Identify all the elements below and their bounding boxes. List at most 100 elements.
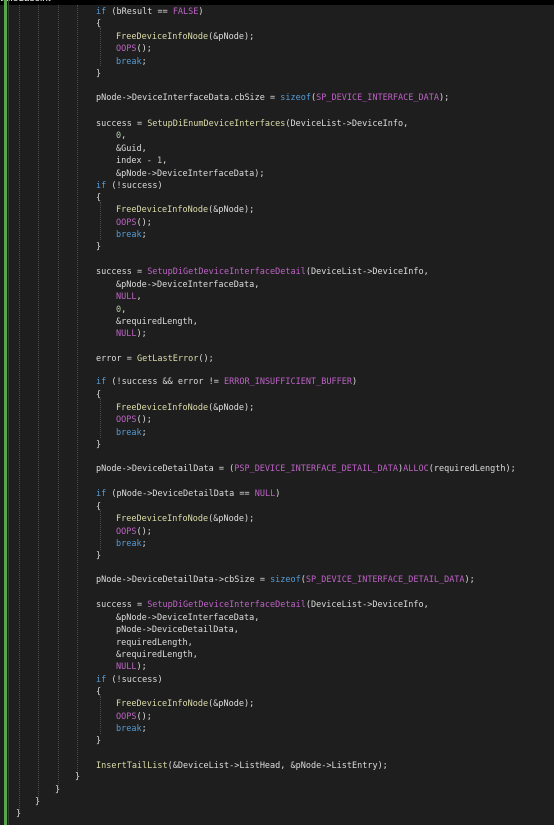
punctuation-token: , bbox=[254, 280, 260, 290]
punctuation-token: = bbox=[121, 354, 137, 364]
identifier-token: pNode bbox=[121, 280, 147, 290]
punctuation-token: , bbox=[233, 625, 239, 635]
code-line[interactable]: { bbox=[96, 389, 101, 402]
identifier-token: success bbox=[121, 675, 158, 685]
code-line[interactable]: if (bResult == FALSE) bbox=[96, 6, 204, 19]
code-line[interactable]: { bbox=[96, 192, 101, 205]
code-line[interactable]: } bbox=[96, 439, 101, 452]
code-line[interactable]: InsertTailList(&DeviceList->ListHead, &p… bbox=[96, 760, 388, 773]
identifier-token: success bbox=[96, 119, 132, 129]
identifier-token: pNode bbox=[295, 761, 322, 771]
code-line[interactable]: break; bbox=[116, 56, 147, 69]
code-line[interactable]: if (!success) bbox=[96, 674, 163, 687]
punctuation-token: { bbox=[96, 390, 102, 400]
macro-token: PSP_DEVICE_INTERFACE_DETAIL_DATA bbox=[234, 464, 398, 474]
punctuation-token: } bbox=[16, 809, 22, 819]
punctuation-token: ) bbox=[275, 489, 281, 499]
punctuation-token: (& bbox=[208, 699, 219, 709]
code-line[interactable]: break; bbox=[116, 229, 147, 242]
keyword-token: break bbox=[116, 724, 142, 734]
punctuation-token: ) bbox=[157, 675, 163, 685]
code-line[interactable]: pNode->DeviceDetailData, bbox=[116, 624, 239, 637]
punctuation-token: ; bbox=[141, 57, 147, 67]
code-line[interactable]: } bbox=[35, 796, 40, 809]
code-editor[interactable]: if (bResult == FALSE){FreeDeviceInfoNode… bbox=[0, 0, 554, 825]
identifier-token: index bbox=[116, 156, 142, 166]
code-line[interactable]: { bbox=[96, 686, 101, 699]
code-line[interactable]: break; bbox=[116, 723, 147, 736]
code-line[interactable]: } bbox=[55, 784, 60, 797]
code-line[interactable]: } bbox=[75, 771, 80, 784]
indent-guide bbox=[77, 5, 78, 775]
code-line[interactable]: break; bbox=[116, 427, 147, 440]
punctuation-token: (); bbox=[198, 354, 214, 364]
code-line[interactable]: NULL); bbox=[116, 328, 147, 341]
punctuation-token: (); bbox=[136, 44, 152, 54]
code-line[interactable]: OOPS(); bbox=[116, 43, 152, 56]
punctuation-token: , bbox=[192, 317, 198, 327]
code-line[interactable]: } bbox=[16, 808, 21, 821]
keyword-token: break bbox=[116, 57, 142, 67]
identifier-token: error bbox=[96, 354, 122, 364]
identifier-token: DeviceInterfaceData bbox=[156, 169, 255, 179]
code-line[interactable]: break; bbox=[116, 538, 147, 551]
identifier-token: cbSize bbox=[234, 93, 265, 103]
code-line[interactable]: FreeDeviceInfoNode(&pNode); bbox=[116, 513, 254, 526]
punctuation-token: ) bbox=[157, 181, 163, 191]
code-line[interactable]: OOPS(); bbox=[116, 414, 152, 427]
code-line[interactable]: success = SetupDiGetDeviceInterfaceDetai… bbox=[96, 266, 429, 279]
code-line[interactable]: NULL); bbox=[116, 661, 147, 674]
macro-token: ALLOC bbox=[403, 464, 429, 474]
identifier-token: success bbox=[96, 267, 132, 277]
macro-token: ERROR_INSUFFICIENT_BUFFER bbox=[224, 377, 352, 387]
punctuation-token: } bbox=[96, 736, 102, 746]
punctuation-token: = bbox=[264, 93, 281, 103]
punctuation-token: , bbox=[121, 305, 127, 315]
indent-guide bbox=[38, 5, 39, 800]
punctuation-token: (& bbox=[208, 205, 219, 215]
punctuation-token: ); bbox=[243, 514, 255, 524]
punctuation-token: { bbox=[96, 19, 102, 29]
code-line[interactable]: index - 1, bbox=[116, 155, 167, 168]
identifier-token: DeviceList bbox=[310, 600, 363, 610]
code-line[interactable]: FreeDeviceInfoNode(&pNode); bbox=[116, 698, 254, 711]
identifier-token: pNode bbox=[121, 169, 147, 179]
code-line[interactable]: error = GetLastError(); bbox=[96, 353, 214, 366]
punctuation-token: } bbox=[35, 797, 41, 807]
macro-token: NULL bbox=[116, 662, 137, 672]
punctuation-token: -> bbox=[146, 280, 157, 290]
code-line[interactable]: success = SetupDiEnumDeviceInterfaces(De… bbox=[96, 118, 408, 131]
punctuation-token: ); bbox=[438, 93, 450, 103]
punctuation-token: ); bbox=[243, 32, 255, 42]
code-line[interactable]: { bbox=[96, 501, 101, 514]
punctuation-token: } bbox=[96, 551, 102, 561]
code-line[interactable]: NULL, bbox=[116, 291, 142, 304]
code-line[interactable]: } bbox=[96, 550, 101, 563]
code-line[interactable]: pNode->DeviceInterfaceData.cbSize = size… bbox=[96, 92, 449, 105]
identifier-token: pNode bbox=[218, 699, 244, 709]
punctuation-token: -> bbox=[362, 267, 373, 277]
code-line[interactable]: pNode->DeviceDetailData->cbSize = sizeof… bbox=[96, 574, 475, 587]
code-line[interactable]: if (!success) bbox=[96, 180, 163, 193]
code-line[interactable]: if (pNode->DeviceDetailData == NULL) bbox=[96, 488, 280, 501]
punctuation-token: -> bbox=[146, 169, 157, 179]
keyword-token: if bbox=[96, 181, 107, 191]
identifier-token: requiredLength bbox=[121, 650, 193, 660]
punctuation-token: -> bbox=[341, 119, 352, 129]
punctuation-token: ; bbox=[141, 724, 147, 734]
function-token: FreeDeviceInfoNode bbox=[116, 32, 209, 42]
code-line[interactable]: pNode->DeviceDetailData = (PSP_DEVICE_IN… bbox=[96, 463, 516, 476]
code-line[interactable]: { bbox=[96, 18, 101, 31]
punctuation-token: != bbox=[203, 377, 224, 387]
code-line[interactable]: } bbox=[96, 68, 101, 81]
code-line[interactable]: } bbox=[96, 241, 101, 254]
code-line[interactable]: } bbox=[96, 735, 101, 748]
function-token: FreeDeviceInfoNode bbox=[116, 699, 209, 709]
code-line[interactable]: if (!success && error != ERROR_INSUFFICI… bbox=[96, 376, 357, 389]
code-line[interactable]: FreeDeviceInfoNode(&pNode); bbox=[116, 204, 254, 217]
code-line[interactable]: 0, bbox=[116, 130, 126, 143]
punctuation-token: } bbox=[75, 772, 81, 782]
identifier-token: pNode bbox=[96, 464, 122, 474]
punctuation-token: = bbox=[131, 267, 148, 277]
code-line[interactable]: success = SetupDiGetDeviceInterfaceDetai… bbox=[96, 599, 429, 612]
